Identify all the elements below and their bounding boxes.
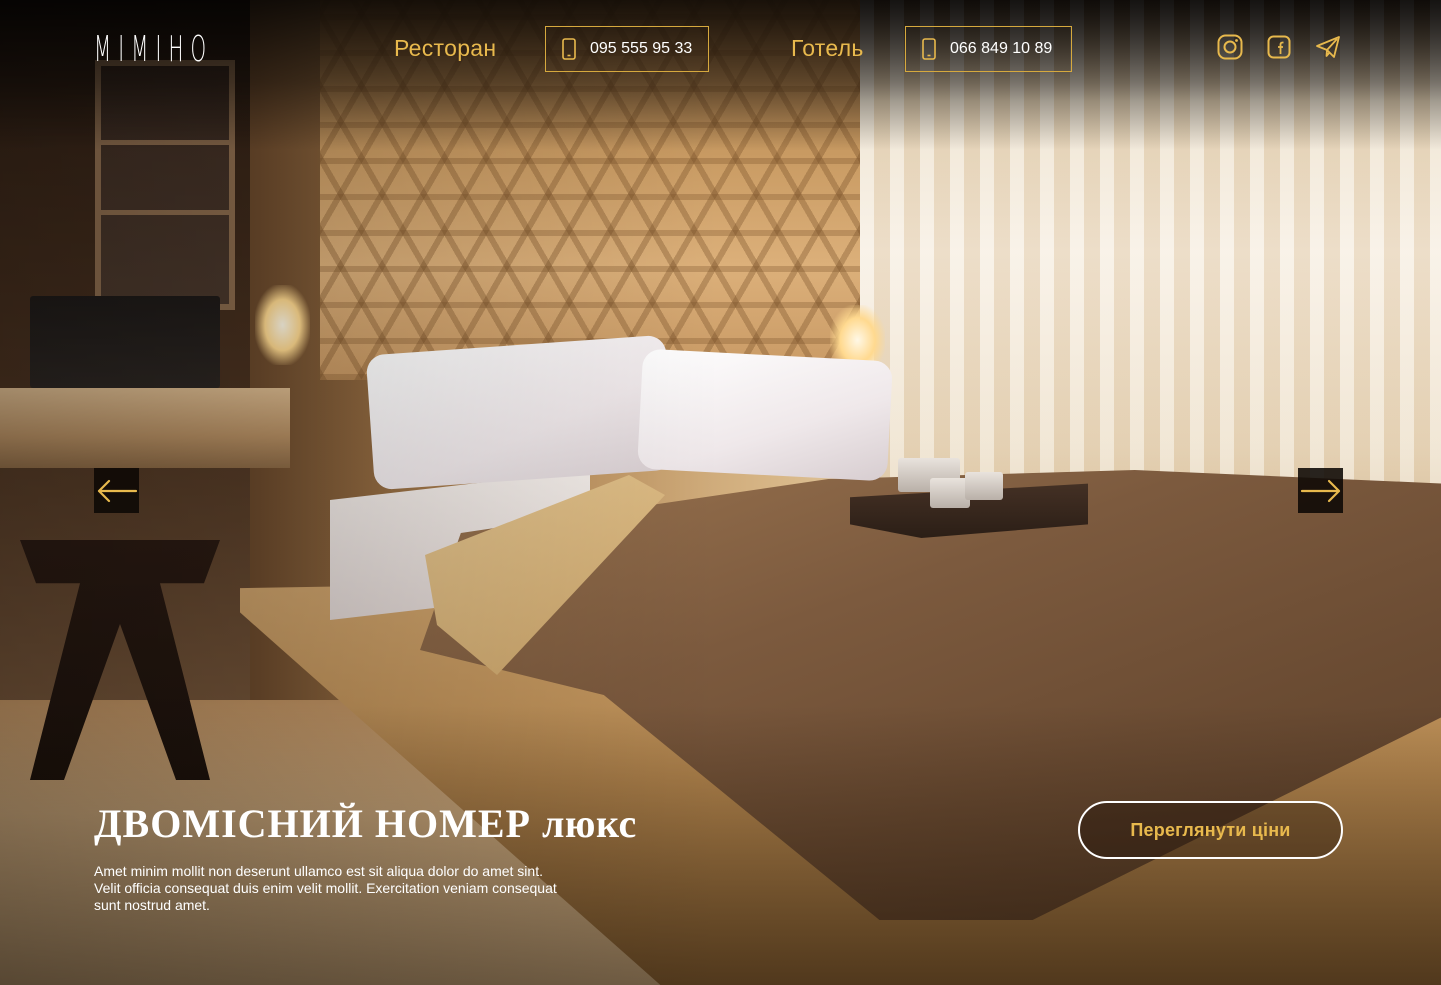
- arrow-left-icon: [97, 479, 137, 502]
- logo[interactable]: MIMIHO: [94, 32, 213, 68]
- hotel-phone-button[interactable]: 066 849 10 89: [905, 26, 1072, 72]
- room-title-suffix: люкс: [541, 801, 637, 846]
- nav-link-hotel[interactable]: Готель: [791, 33, 864, 63]
- restaurant-phone-number: 095 555 95 33: [590, 40, 693, 57]
- restaurant-phone-button[interactable]: 095 555 95 33: [545, 26, 709, 72]
- phone-icon: [562, 38, 576, 60]
- slider-prev-button[interactable]: [94, 468, 139, 513]
- hotel-phone-number: 066 849 10 89: [950, 40, 1053, 57]
- phone-icon: [922, 38, 936, 60]
- arrow-right-icon: [1300, 479, 1340, 502]
- room-title: ДВОМІСНИЙ НОМЕР люкс: [94, 798, 637, 850]
- telegram-link[interactable]: [1313, 32, 1343, 62]
- facebook-link[interactable]: [1264, 32, 1294, 62]
- nav-link-restaurant[interactable]: Ресторан: [394, 33, 496, 63]
- facebook-icon: [1267, 35, 1291, 59]
- instagram-link[interactable]: [1215, 32, 1245, 62]
- view-prices-button[interactable]: Переглянути ціни: [1078, 801, 1343, 859]
- telegram-icon: [1316, 36, 1340, 58]
- slider-next-button[interactable]: [1298, 468, 1343, 513]
- room-title-main: ДВОМІСНИЙ НОМЕР: [94, 801, 531, 846]
- room-description: Amet minim mollit non deserunt ullamco e…: [94, 863, 557, 913]
- instagram-icon: [1217, 34, 1243, 60]
